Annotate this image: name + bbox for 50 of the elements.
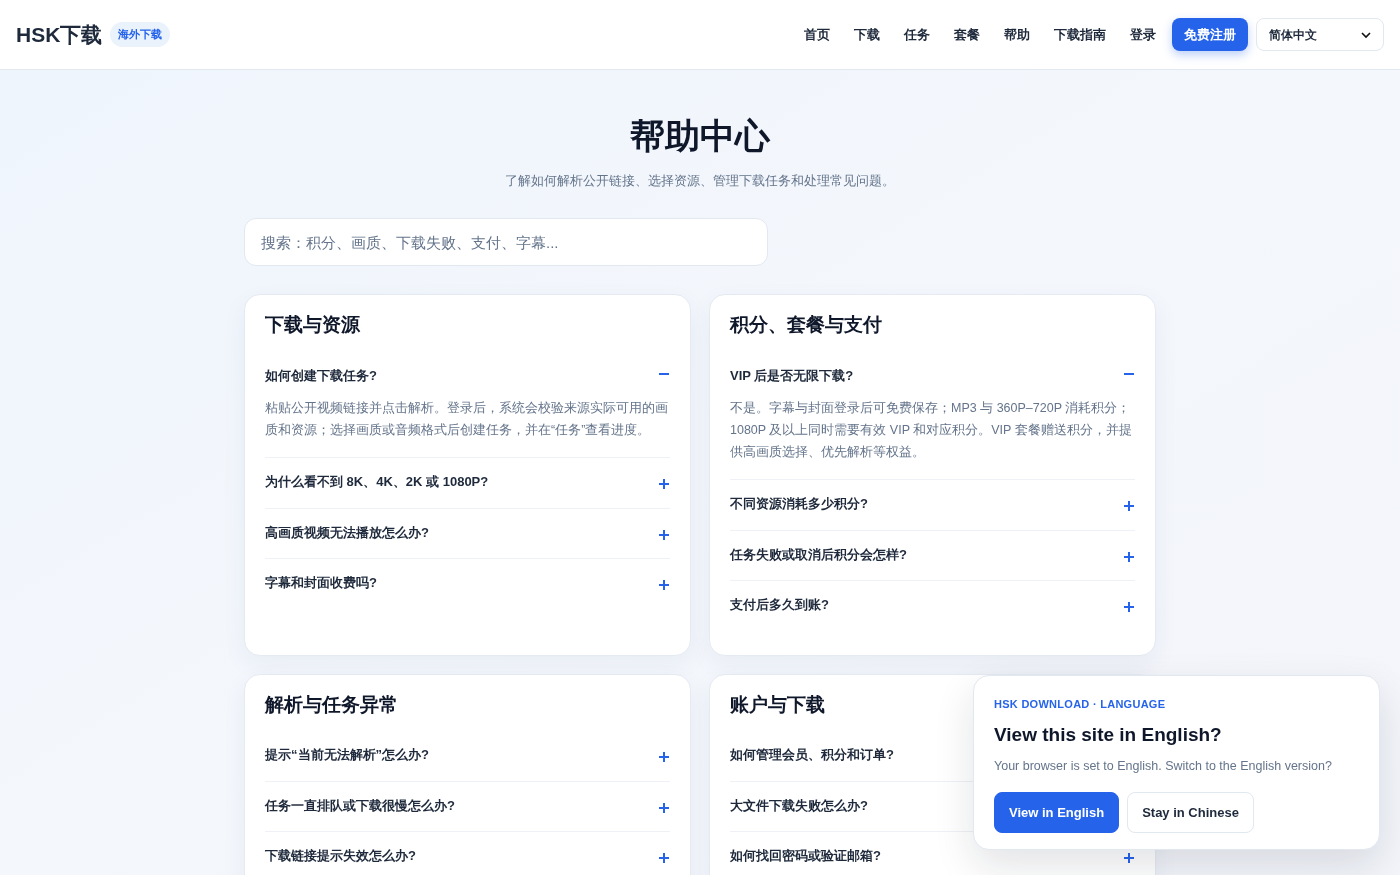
page-title: 帮助中心 [629, 115, 772, 157]
nav-link[interactable]: 任务 [904, 24, 930, 45]
nav-link[interactable]: 下载指南 [1054, 24, 1106, 45]
page-subtitle: 了解如何解析公开链接、选择资源、管理下载任务和处理常见问题。 [504, 171, 896, 190]
popup-eyebrow: HSK DOWNLOAD · LANGUAGE [994, 697, 1167, 712]
expand-icon[interactable] [658, 579, 670, 591]
faq-question[interactable]: 如何管理会员、积分和订单? [730, 745, 894, 765]
section-title: 下载与资源 [265, 313, 360, 337]
faq-question[interactable]: 不同资源消耗多少积分? [730, 494, 868, 514]
expand-icon[interactable] [1123, 852, 1135, 864]
section-title: 解析与任务异常 [265, 692, 398, 717]
expand-icon[interactable] [658, 478, 670, 490]
chevron-down-icon [1361, 29, 1371, 40]
section-title: 积分、套餐与支付 [730, 313, 882, 337]
popup-message: Your browser is set to English. Switch to the English version? [994, 758, 1333, 775]
nav-link[interactable]: 登录 [1130, 24, 1156, 45]
faq-answer: 不是。字幕与封面登录后可免费保存；MP3 与 360P–720P 消耗积分；1080P 及以上同时需要有效 VIP 和对应积分。VIP 套餐赠送积分，并提供高画质选择、优先解析等权益。 [730, 400, 1133, 461]
nav-link[interactable]: 首页 [804, 24, 830, 45]
search-field[interactable]: 搜索：积分、画质、下载失败、支付、字幕... [244, 218, 768, 266]
faq-answer: 粘贴公开视频链接并点击解析。登录后，系统会校验来源实际可用的画质和资源；选择画质或音频格式后创建任务，并在“任务”查看进度。 [265, 400, 669, 439]
expand-icon[interactable] [658, 528, 670, 541]
view-english-button[interactable]: View in English [994, 791, 1120, 833]
nav-link[interactable]: 帮助 [1004, 24, 1030, 45]
nav-link[interactable]: 下载 [854, 24, 880, 45]
expand-icon[interactable] [658, 751, 670, 763]
register-button[interactable]: 免费注册 [1172, 18, 1248, 51]
faq-question[interactable]: 字幕和封面收费吗? [265, 573, 377, 593]
faq-question[interactable]: 任务一直排队或下载很慢怎么办? [265, 795, 455, 815]
faq-question[interactable]: 支付后多久到账? [730, 595, 829, 615]
expand-icon[interactable] [658, 801, 670, 814]
section-title: 账户与下载 [730, 692, 825, 717]
faq-question[interactable]: 提示“当前无法解析”怎么办? [265, 745, 429, 765]
stay-chinese-button[interactable]: Stay in Chinese [1127, 791, 1254, 833]
expand-icon[interactable] [1123, 601, 1135, 613]
faq-question[interactable]: 如何创建下载任务? [265, 365, 377, 385]
faq-question[interactable]: VIP 后是否无限下载? [730, 365, 854, 385]
nav-link[interactable]: 套餐 [954, 24, 980, 45]
faq-question[interactable]: 大文件下载失败怎么办? [730, 795, 868, 815]
popup-title: View this site in English? [994, 722, 1223, 747]
faq-question[interactable]: 下载链接提示失效怎么办? [265, 846, 416, 866]
region-badge: 海外下载 [110, 22, 171, 47]
expand-icon[interactable] [1123, 550, 1135, 563]
expand-icon[interactable] [658, 852, 670, 864]
faq-question[interactable]: 为什么看不到 8K、4K、2K 或 1080P? [265, 472, 489, 492]
faq-question[interactable]: 高画质视频无法播放怎么办? [265, 522, 429, 542]
language-select[interactable]: 简体中文 [1256, 18, 1384, 51]
faq-question[interactable]: 如何找回密码或验证邮箱? [730, 846, 881, 866]
logo[interactable]: HSK下载 [16, 18, 103, 51]
expand-icon[interactable] [1123, 500, 1135, 512]
faq-question[interactable]: 任务失败或取消后积分会怎样? [730, 544, 907, 564]
